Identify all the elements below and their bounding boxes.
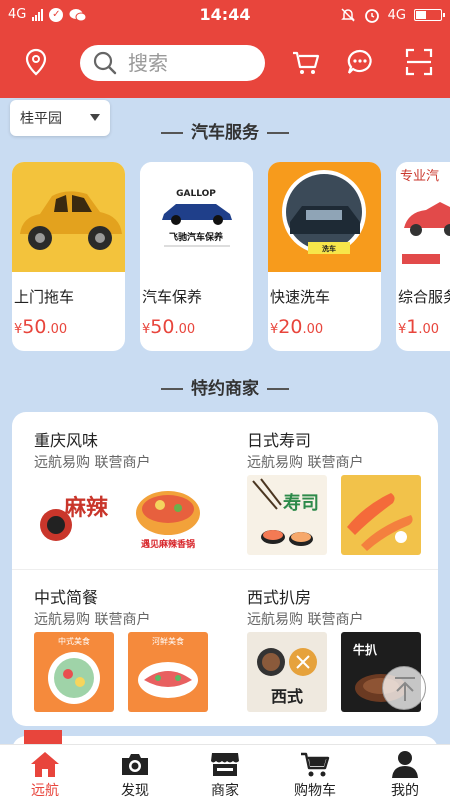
services-list: 上门拖车 ¥50.00 GALLOP 飞驰汽车保养 汽车保养 ¥50.00 洗车… <box>12 162 450 352</box>
tab-cart[interactable]: 购物车 <box>270 745 360 800</box>
alarm-icon <box>364 9 379 23</box>
scan-icon[interactable] <box>403 46 435 78</box>
merchant-subtitle: 远航易购 联营商户 <box>34 455 151 471</box>
svg-text:飞驰汽车保养: 飞驰汽车保养 <box>169 231 223 243</box>
merchant-name: 重庆风味 <box>34 431 99 450</box>
merchant-name: 中式简餐 <box>34 588 99 607</box>
store-icon <box>211 753 239 776</box>
merchant-image: 西式 <box>247 632 327 712</box>
message-icon[interactable] <box>344 46 376 78</box>
battery-icon <box>414 9 445 21</box>
svg-text:中式美食: 中式美食 <box>58 636 90 646</box>
scroll-to-top-button[interactable] <box>382 666 426 710</box>
service-price: ¥50.00 <box>142 316 196 338</box>
svg-text:西式: 西式 <box>271 687 303 706</box>
cart-icon[interactable] <box>290 46 322 78</box>
tab-discover[interactable]: 发现 <box>90 745 180 800</box>
service-name: 快速洗车 <box>270 288 331 306</box>
services-section-title: 汽车服务 <box>0 118 450 143</box>
network-label-right: 4G <box>387 7 406 23</box>
merchant-subtitle: 远航易购 联营商户 <box>247 612 364 628</box>
svg-text:牛扒: 牛扒 <box>353 642 378 657</box>
merchants-panel: 重庆风味 远航易购 联营商户 麻辣 遇见麻辣香锅 日式寿司 远航易购 联营商户 … <box>12 412 438 726</box>
service-name: 上门拖车 <box>14 288 75 306</box>
service-name: 汽车保养 <box>142 288 203 306</box>
tab-profile[interactable]: 我的 <box>360 745 450 800</box>
status-right: 4G <box>340 7 445 23</box>
svg-text:洗车: 洗车 <box>322 244 336 253</box>
tab-label: 商家 <box>211 783 239 799</box>
search-box[interactable] <box>80 45 265 81</box>
service-price: ¥50.00 <box>14 316 68 338</box>
tab-label: 发现 <box>121 783 149 799</box>
tab-label: 购物车 <box>294 783 336 799</box>
merchant-name: 西式扒房 <box>247 588 312 607</box>
service-card[interactable]: GALLOP 飞驰汽车保养 汽车保养 ¥50.00 <box>140 162 253 351</box>
svg-text:遇见麻辣香锅: 遇见麻辣香锅 <box>141 538 195 550</box>
tab-label: 我的 <box>391 783 419 799</box>
merchant-card[interactable]: 中式简餐 远航易购 联营商户 中式美食 河鲜美食 <box>12 569 225 726</box>
search-input[interactable] <box>128 51 248 75</box>
arrow-up-icon <box>395 677 415 701</box>
svg-text:寿司: 寿司 <box>283 492 319 514</box>
service-image-general: 专业汽 <box>396 162 450 272</box>
service-image-wash: 洗车 <box>268 162 381 272</box>
merchants-title-text: 特约商家 <box>191 379 259 399</box>
merchant-image: 遇见麻辣香锅 <box>128 475 208 555</box>
merchant-subtitle: 远航易购 联营商户 <box>247 455 364 471</box>
svg-text:河鲜美食: 河鲜美食 <box>152 636 184 646</box>
location-pin-icon[interactable] <box>20 46 52 78</box>
status-bar: 4G ✓ 14:44 4G <box>0 0 450 30</box>
merchant-image: 寿司 <box>247 475 327 555</box>
service-image-tow <box>12 162 125 272</box>
merchant-card[interactable]: 日式寿司 远航易购 联营商户 寿司 <box>225 412 438 569</box>
camera-icon <box>122 754 148 775</box>
merchant-card[interactable]: 重庆风味 远航易购 联营商户 麻辣 遇见麻辣香锅 <box>12 412 225 569</box>
merchant-image: 河鲜美食 <box>128 632 208 712</box>
merchant-subtitle: 远航易购 联营商户 <box>34 612 151 628</box>
home-icon <box>31 752 59 777</box>
svg-text:麻辣: 麻辣 <box>63 495 109 521</box>
service-price: ¥20.00 <box>270 316 324 338</box>
bottom-tab-bar: 远航 发现 商家 购物车 我的 <box>0 744 450 800</box>
services-title-text: 汽车服务 <box>191 123 259 143</box>
svg-text:GALLOP: GALLOP <box>176 189 216 199</box>
cart-icon <box>301 752 330 777</box>
merchant-image: 中式美食 <box>34 632 114 712</box>
tab-home[interactable]: 远航 <box>0 745 90 800</box>
merchant-image: 麻辣 <box>34 475 114 555</box>
user-icon <box>392 751 418 778</box>
merchant-image <box>341 475 421 555</box>
svg-text:专业汽: 专业汽 <box>400 169 439 184</box>
service-price: ¥1.00 <box>398 316 440 338</box>
service-card[interactable]: 上门拖车 ¥50.00 <box>12 162 125 351</box>
service-image-maintenance: GALLOP 飞驰汽车保养 <box>140 162 253 272</box>
merchant-name: 日式寿司 <box>247 431 312 450</box>
service-card[interactable]: 洗车 快速洗车 ¥20.00 <box>268 162 381 351</box>
service-name: 综合服务 <box>398 288 450 306</box>
merchants-section-title: 特约商家 <box>0 374 450 399</box>
mute-bell-icon <box>340 8 355 22</box>
tab-label: 远航 <box>31 783 59 799</box>
service-card[interactable]: 专业汽 综合服务 ¥1.00 <box>396 162 450 351</box>
top-header <box>0 30 450 98</box>
search-icon <box>93 51 117 75</box>
tab-merchants[interactable]: 商家 <box>180 745 270 800</box>
